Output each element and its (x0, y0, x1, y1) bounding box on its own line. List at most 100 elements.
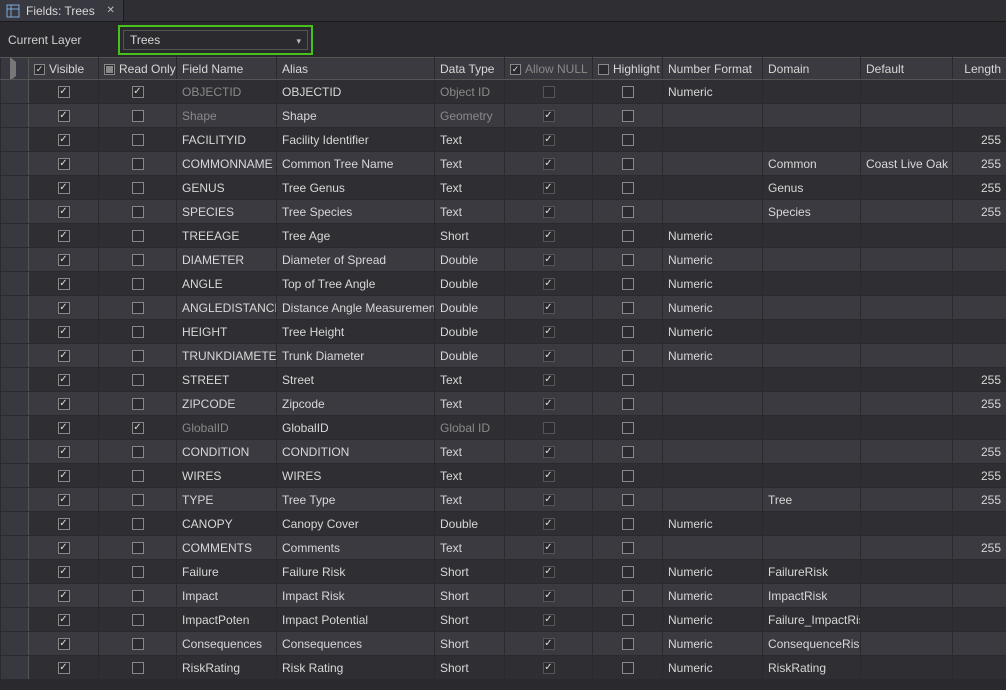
cell-numberformat[interactable]: Numeric (663, 512, 763, 536)
cell-numberformat[interactable] (663, 536, 763, 560)
checkbox[interactable] (132, 542, 144, 554)
cell-visible[interactable] (29, 560, 99, 584)
cell-length[interactable] (953, 224, 1006, 248)
cell-visible[interactable] (29, 536, 99, 560)
checkbox[interactable] (132, 494, 144, 506)
cell-default[interactable] (861, 656, 953, 680)
cell-domain[interactable]: Tree (763, 488, 861, 512)
col-highlight[interactable]: Highlight (593, 58, 663, 80)
cell-highlight[interactable] (593, 104, 663, 128)
cell-datatype[interactable]: Text (435, 488, 505, 512)
checkbox[interactable] (58, 326, 70, 338)
cell-default[interactable] (861, 440, 953, 464)
cell-alias[interactable]: Street (277, 368, 435, 392)
checkbox[interactable] (622, 470, 634, 482)
cell-alias[interactable]: Distance Angle Measurement (277, 296, 435, 320)
table-row[interactable]: ANGLEDISTANCEDistance Angle MeasurementD… (1, 296, 1006, 320)
cell-fieldname[interactable]: TREEAGE (177, 224, 277, 248)
col-visible[interactable]: Visible (29, 58, 99, 80)
table-row[interactable]: FACILITYIDFacility IdentifierText255 (1, 128, 1006, 152)
cell-fieldname[interactable]: COMMENTS (177, 536, 277, 560)
cell-length[interactable] (953, 296, 1006, 320)
cell-length[interactable] (953, 272, 1006, 296)
cell-readonly[interactable] (99, 224, 177, 248)
cell-fieldname[interactable]: OBJECTID (177, 80, 277, 104)
checkbox[interactable] (622, 446, 634, 458)
cell-datatype[interactable]: Double (435, 296, 505, 320)
cell-domain[interactable] (763, 368, 861, 392)
cell-default[interactable] (861, 296, 953, 320)
cell-fieldname[interactable]: STREET (177, 368, 277, 392)
cell-visible[interactable] (29, 152, 99, 176)
cell-readonly[interactable] (99, 272, 177, 296)
cell-domain[interactable] (763, 536, 861, 560)
checkbox[interactable] (132, 182, 144, 194)
table-row[interactable]: STREETStreetText255 (1, 368, 1006, 392)
checkbox[interactable] (622, 230, 634, 242)
row-selector[interactable] (1, 80, 29, 104)
cell-datatype[interactable]: Geometry (435, 104, 505, 128)
cell-domain[interactable] (763, 128, 861, 152)
checkbox[interactable] (132, 350, 144, 362)
cell-domain[interactable]: FailureRisk (763, 560, 861, 584)
cell-default[interactable] (861, 344, 953, 368)
checkbox[interactable] (622, 326, 634, 338)
cell-domain[interactable]: Genus (763, 176, 861, 200)
cell-domain[interactable] (763, 272, 861, 296)
table-row[interactable]: TRUNKDIAMETERTrunk DiameterDoubleNumeric (1, 344, 1006, 368)
cell-datatype[interactable]: Object ID (435, 80, 505, 104)
checkbox[interactable] (132, 158, 144, 170)
checkbox[interactable] (58, 254, 70, 266)
cell-fieldname[interactable]: CONDITION (177, 440, 277, 464)
cell-numberformat[interactable]: Numeric (663, 560, 763, 584)
cell-datatype[interactable]: Text (435, 128, 505, 152)
table-row[interactable]: DIAMETERDiameter of SpreadDoubleNumeric (1, 248, 1006, 272)
cell-fieldname[interactable]: Shape (177, 104, 277, 128)
table-row[interactable]: RiskRatingRisk RatingShortNumericRiskRat… (1, 656, 1006, 680)
checkbox[interactable] (58, 494, 70, 506)
checkbox[interactable] (58, 374, 70, 386)
cell-readonly[interactable] (99, 320, 177, 344)
cell-highlight[interactable] (593, 440, 663, 464)
cell-default[interactable] (861, 224, 953, 248)
cell-readonly[interactable] (99, 248, 177, 272)
checkbox[interactable] (132, 422, 144, 434)
table-row[interactable]: GlobalIDGlobalIDGlobal ID (1, 416, 1006, 440)
cell-visible[interactable] (29, 320, 99, 344)
checkbox[interactable] (622, 590, 634, 602)
cell-visible[interactable] (29, 224, 99, 248)
cell-numberformat[interactable] (663, 368, 763, 392)
cell-highlight[interactable] (593, 224, 663, 248)
checkbox[interactable] (132, 230, 144, 242)
checkbox[interactable] (58, 302, 70, 314)
cell-length[interactable]: 255 (953, 488, 1006, 512)
cell-default[interactable] (861, 512, 953, 536)
cell-fieldname[interactable]: GlobalID (177, 416, 277, 440)
cell-default[interactable] (861, 368, 953, 392)
cell-readonly[interactable] (99, 200, 177, 224)
cell-readonly[interactable] (99, 560, 177, 584)
checkbox[interactable] (58, 638, 70, 650)
cell-length[interactable]: 255 (953, 152, 1006, 176)
checkbox[interactable] (132, 302, 144, 314)
row-selector[interactable] (1, 560, 29, 584)
cell-readonly[interactable] (99, 512, 177, 536)
checkbox[interactable] (58, 614, 70, 626)
cell-length[interactable]: 255 (953, 128, 1006, 152)
cell-alias[interactable]: CONDITION (277, 440, 435, 464)
cell-highlight[interactable] (593, 632, 663, 656)
cell-length[interactable] (953, 416, 1006, 440)
cell-domain[interactable] (763, 416, 861, 440)
cell-datatype[interactable]: Double (435, 248, 505, 272)
cell-alias[interactable]: Tree Type (277, 488, 435, 512)
row-selector[interactable] (1, 104, 29, 128)
cell-domain[interactable] (763, 464, 861, 488)
cell-default[interactable] (861, 608, 953, 632)
row-selector[interactable] (1, 440, 29, 464)
cell-default[interactable] (861, 272, 953, 296)
checkbox[interactable] (622, 614, 634, 626)
cell-numberformat[interactable]: Numeric (663, 344, 763, 368)
cell-highlight[interactable] (593, 128, 663, 152)
cell-domain[interactable]: RiskRating (763, 656, 861, 680)
cell-alias[interactable]: Comments (277, 536, 435, 560)
